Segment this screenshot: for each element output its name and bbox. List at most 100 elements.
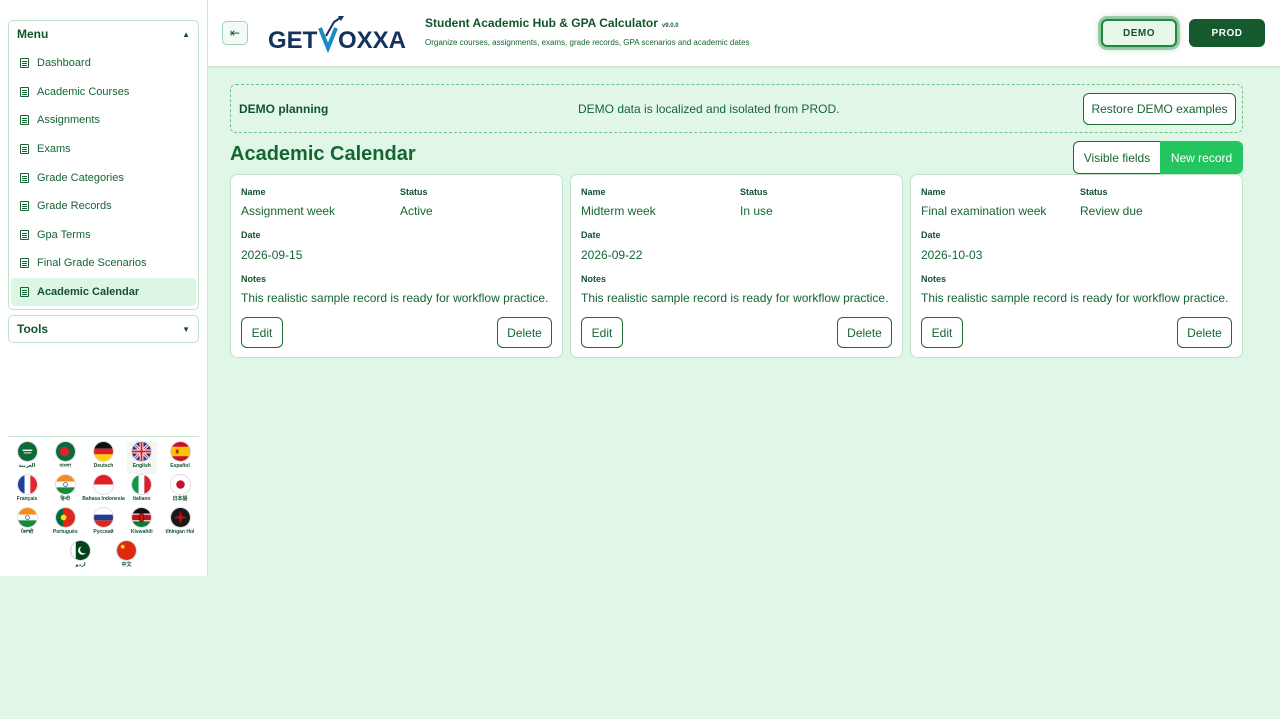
language-punjabi[interactable]: ਪੰਜਾਬੀ: [12, 507, 42, 540]
logo-text-get: GET: [268, 27, 318, 54]
document-icon: [20, 172, 29, 183]
language-label: tlhIngan Hol: [165, 529, 195, 535]
chevron-down-icon: ▼: [182, 324, 190, 334]
document-icon: [20, 229, 29, 240]
kenya-flag-icon: [131, 507, 153, 528]
language-portuguese[interactable]: Português: [50, 507, 80, 540]
edit-button[interactable]: Edit: [581, 317, 623, 348]
sidebar-item-grade-records[interactable]: Grade Records: [11, 192, 196, 221]
language-french[interactable]: Français: [12, 474, 42, 507]
germany-flag-icon: [93, 441, 114, 462]
sidebar-item-label: Dashboard: [37, 57, 91, 70]
app-title: Student Academic Hub & GPA Calculator v9.…: [425, 16, 679, 30]
chevron-up-icon: ▲: [182, 29, 190, 39]
sidebar-item-assignments[interactable]: Assignments: [11, 106, 196, 135]
language-arabic[interactable]: العربية: [12, 441, 42, 474]
france-flag-icon: [16, 474, 38, 495]
language-japanese[interactable]: 日本語: [165, 474, 195, 507]
edit-button[interactable]: Edit: [921, 317, 963, 348]
uk-flag-icon: [131, 441, 153, 462]
language-bengali[interactable]: বাংলা: [50, 441, 80, 474]
language-label: English: [132, 463, 151, 469]
document-icon: [20, 58, 29, 69]
record-card: Name Status Final examination week Revie…: [910, 174, 1243, 358]
sidebar-item-exams[interactable]: Exams: [11, 135, 196, 164]
collapse-sidebar-icon: ⇤: [229, 26, 241, 40]
language-label: Português: [52, 529, 78, 535]
prod-env-button[interactable]: PROD: [1189, 19, 1265, 47]
record-name: Final examination week: [921, 204, 1047, 218]
sidebar-item-dashboard[interactable]: Dashboard: [11, 49, 196, 78]
pakistan-flag-icon: [70, 540, 91, 561]
tools-header[interactable]: Tools ▼: [9, 316, 198, 342]
document-icon: [20, 287, 29, 298]
date-label: Date: [581, 230, 601, 240]
notes-label: Notes: [241, 274, 267, 284]
sidebar-toggle-button[interactable]: ⇤: [222, 21, 248, 45]
visible-fields-button[interactable]: Visible fields: [1073, 141, 1161, 174]
language-label: 日本語: [172, 496, 188, 502]
date-label: Date: [921, 230, 941, 240]
sidebar-item-academic-calendar[interactable]: Academic Calendar: [11, 277, 196, 307]
language-hindi[interactable]: हिन्दी: [50, 474, 80, 507]
delete-button[interactable]: Delete: [497, 317, 552, 348]
menu-panel: Menu ▲ Dashboard Academic Courses Assign…: [8, 20, 199, 310]
sidebar-item-academic-courses[interactable]: Academic Courses: [11, 78, 196, 107]
indonesia-flag-icon: [93, 474, 114, 495]
document-icon: [20, 201, 29, 212]
edit-button[interactable]: Edit: [241, 317, 283, 348]
sidebar: Menu ▲ Dashboard Academic Courses Assign…: [0, 0, 208, 576]
delete-button[interactable]: Delete: [837, 317, 892, 348]
record-date: 2026-10-03: [921, 248, 983, 262]
sidebar-item-gpa-terms[interactable]: Gpa Terms: [11, 221, 196, 250]
record-cards: Name Status Assignment week Active Date …: [230, 174, 1243, 358]
sidebar-item-label: Final Grade Scenarios: [37, 257, 147, 270]
language-swahili[interactable]: Kiswahili: [127, 507, 157, 540]
banner-message: DEMO data is localized and isolated from…: [578, 102, 840, 116]
record-notes: This realistic sample record is ready fo…: [921, 291, 1229, 305]
record-card: Name Status Assignment week Active Date …: [230, 174, 563, 358]
menu-title: Menu: [17, 27, 49, 41]
language-label: Italiano: [132, 496, 151, 502]
record-name: Assignment week: [241, 204, 336, 218]
language-label: Kiswahili: [130, 529, 153, 535]
logo-text-oxxa: OXXA: [338, 27, 406, 54]
language-label: ਪੰਜਾਬੀ: [20, 529, 34, 535]
language-klingon[interactable]: tlhIngan Hol: [165, 507, 195, 540]
record-notes: This realistic sample record is ready fo…: [241, 291, 549, 305]
sidebar-item-label: Gpa Terms: [37, 228, 91, 241]
document-icon: [20, 144, 29, 155]
language-label: हिन्दी: [60, 496, 70, 502]
russia-flag-icon: [93, 507, 114, 528]
sidebar-item-grade-categories[interactable]: Grade Categories: [11, 163, 196, 192]
sidebar-item-label: Academic Calendar: [37, 286, 140, 299]
demo-banner: DEMO planning DEMO data is localized and…: [230, 84, 1243, 133]
language-chinese[interactable]: 中文: [112, 540, 142, 573]
language-spanish[interactable]: Español: [165, 441, 195, 474]
demo-env-button[interactable]: DEMO: [1101, 19, 1177, 47]
record-card: Name Status Midterm week In use Date 202…: [570, 174, 903, 358]
page-title: Academic Calendar: [230, 143, 416, 165]
language-label: Français: [16, 496, 38, 502]
language-italian[interactable]: Italiano: [127, 474, 157, 507]
record-status: Active: [400, 204, 433, 218]
sidebar-item-label: Grade Categories: [37, 171, 124, 184]
app-version: v9.0.0: [661, 23, 679, 29]
delete-button[interactable]: Delete: [1177, 317, 1232, 348]
banner-title: DEMO planning: [239, 102, 329, 116]
bangladesh-flag-icon: [54, 441, 76, 462]
language-german[interactable]: Deutsch: [89, 441, 119, 474]
language-english[interactable]: English: [126, 441, 157, 474]
sidebar-item-final-grade-scenarios[interactable]: Final Grade Scenarios: [11, 249, 196, 278]
sidebar-item-label: Grade Records: [37, 200, 112, 213]
menu-header[interactable]: Menu ▲: [9, 21, 198, 47]
language-indonesian[interactable]: Bahasa Indonesia: [82, 474, 125, 507]
india-flag-icon: [54, 474, 76, 495]
document-icon: [20, 86, 29, 97]
language-urdu[interactable]: اردو: [66, 540, 96, 573]
new-record-button[interactable]: New record: [1160, 141, 1243, 174]
restore-demo-button[interactable]: Restore DEMO examples: [1083, 93, 1236, 125]
language-russian[interactable]: Русский: [89, 507, 119, 540]
portugal-flag-icon: [54, 507, 76, 528]
top-header: ⇤ GET OXXA Student Academic Hub & GPA Ca…: [208, 0, 1280, 67]
